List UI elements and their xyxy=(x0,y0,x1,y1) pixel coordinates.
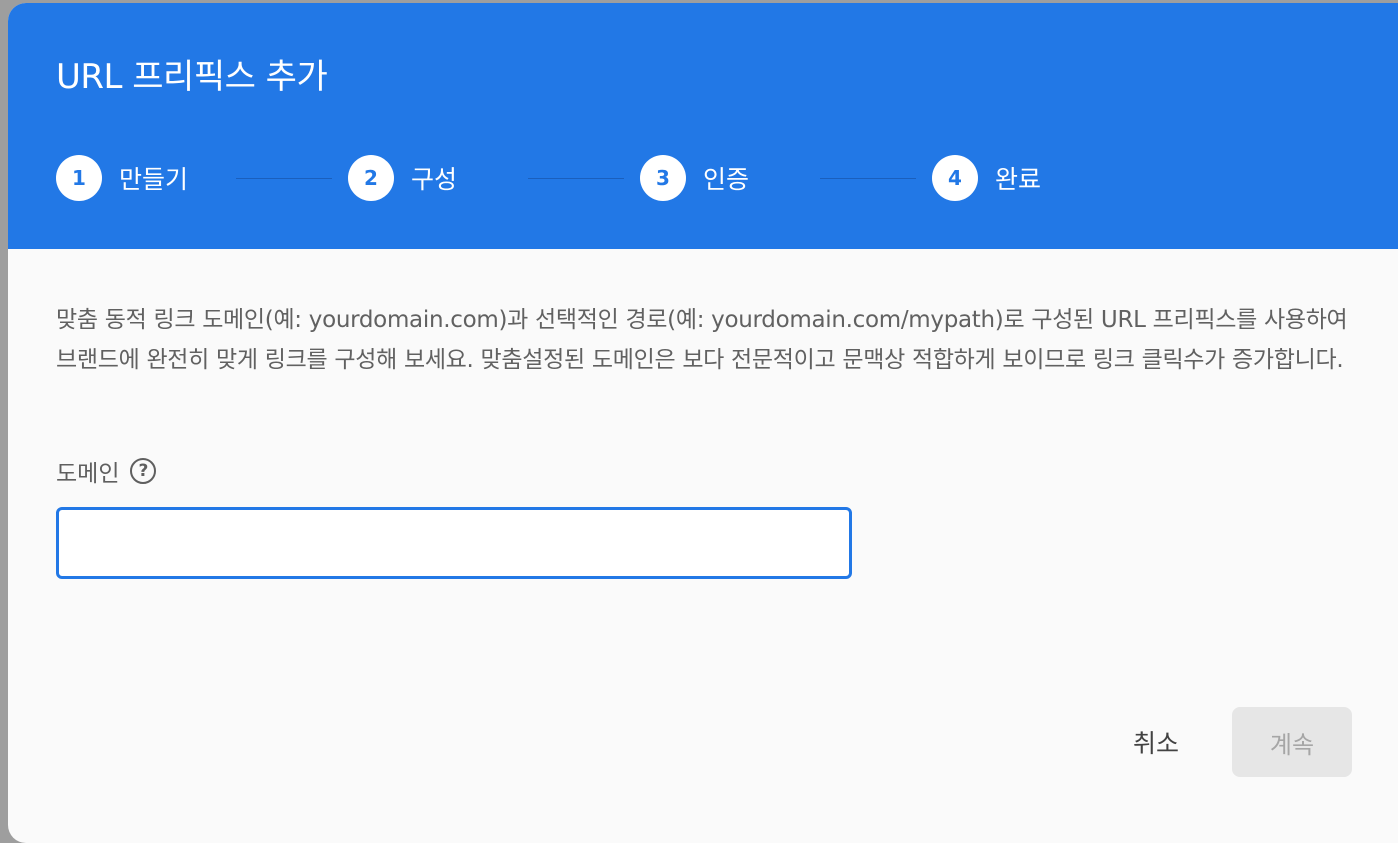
dialog-header: URL 프리픽스 추가 1 만들기 2 구성 3 인증 4 완료 xyxy=(8,3,1398,249)
add-url-prefix-dialog: URL 프리픽스 추가 1 만들기 2 구성 3 인증 4 완료 맞춤 동적 링… xyxy=(8,3,1398,843)
help-circle-icon[interactable]: ? xyxy=(130,458,157,484)
step-verify: 3 인증 xyxy=(640,154,749,202)
description-text: 맞춤 동적 링크 도메인(예: yourdomain.com)과 선택적인 경로… xyxy=(56,307,1348,373)
domain-field-label: 도메인 ? xyxy=(56,454,157,488)
step-create: 1 만들기 xyxy=(56,154,188,202)
step-label-verify: 인증 xyxy=(703,165,750,194)
step-label-configure: 구성 xyxy=(411,165,458,194)
cancel-button[interactable]: 취소 xyxy=(1112,707,1200,777)
step-number-3: 3 xyxy=(640,155,686,201)
dialog-title: URL 프리픽스 추가 xyxy=(56,57,328,97)
step-connector xyxy=(528,178,624,179)
continue-button[interactable]: 계속 xyxy=(1232,707,1352,777)
step-configure: 2 구성 xyxy=(348,154,457,202)
step-label-finish: 완료 xyxy=(995,165,1042,194)
step-connector xyxy=(820,178,916,179)
step-number-1: 1 xyxy=(56,155,102,201)
step-connector xyxy=(236,178,332,179)
step-number-2: 2 xyxy=(348,155,394,201)
step-label-create: 만들기 xyxy=(119,165,189,194)
domain-input[interactable] xyxy=(56,507,852,579)
step-finish: 4 완료 xyxy=(932,154,1041,202)
step-number-4: 4 xyxy=(932,155,978,201)
domain-label-text: 도메인 xyxy=(56,461,120,487)
